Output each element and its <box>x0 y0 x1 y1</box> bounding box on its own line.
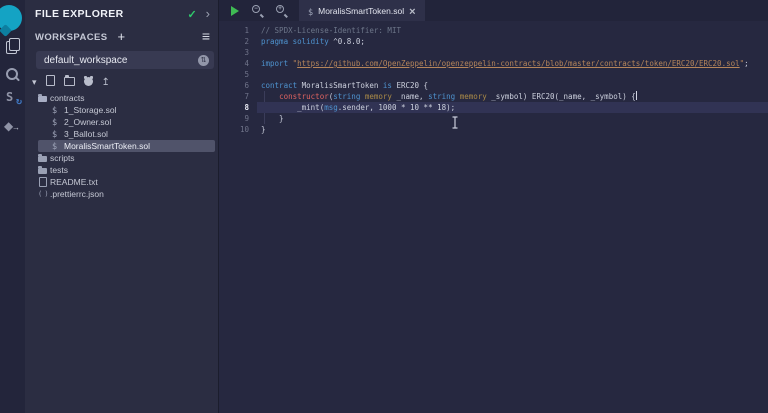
code-text: // SPDX-License-Identifier: MIT <box>261 26 401 35</box>
tree-item[interactable]: 1_Storage.sol <box>38 104 215 116</box>
code-line[interactable]: 10} <box>219 124 768 135</box>
line-number: 9 <box>244 114 249 123</box>
github-icon[interactable] <box>83 75 93 86</box>
solidity-file-icon <box>308 2 313 20</box>
workspace-dropdown-value: default_workspace <box>44 54 128 66</box>
search-icon[interactable] <box>6 68 18 80</box>
file-icon <box>38 177 50 187</box>
new-file-icon[interactable] <box>45 75 55 86</box>
zoom-out-icon[interactable] <box>252 5 263 16</box>
file-explorer-icon[interactable] <box>6 38 20 54</box>
upload-file-icon[interactable] <box>102 72 110 90</box>
tree-item[interactable]: contracts <box>38 92 215 104</box>
file-explorer-panel: FILE EXPLORER WORKSPACES default_workspa… <box>25 0 218 413</box>
code-line[interactable]: 9 } <box>219 113 768 124</box>
tree-item-label: scripts <box>50 153 75 163</box>
code-line[interactable]: 4 import "https://github.com/OpenZeppelin… <box>219 58 768 69</box>
tree-item-label: contracts <box>50 93 85 103</box>
mouse-ibeam-cursor <box>451 116 459 134</box>
line-number: 5 <box>244 70 249 79</box>
solidity-file-icon <box>52 117 64 128</box>
json-file-icon <box>38 189 50 199</box>
line-number: 4 <box>244 59 249 68</box>
folder-icon <box>38 165 50 175</box>
tree-item[interactable]: scripts <box>38 152 215 164</box>
tab-close-icon[interactable] <box>409 2 415 20</box>
solidity-file-icon <box>52 105 64 116</box>
tree-item[interactable]: README.txt <box>38 176 215 188</box>
code-line[interactable]: 2 pragma solidity ^0.8.0; <box>219 36 768 47</box>
folder-open-icon <box>38 93 50 103</box>
code-line[interactable]: 8 _mint(msg.sender, 1000 * 10 ** 18); <box>219 102 768 113</box>
code-text: contract MoralisSmartToken is ERC20 { <box>261 81 429 90</box>
line-number: 10 <box>239 125 249 134</box>
editor-toolbar: MoralisSmartToken.sol <box>219 0 768 21</box>
file-tree: contracts 1_Storage.sol 2_Owner.sol 3_Ballo… <box>25 92 218 200</box>
solidity-file-icon <box>52 129 64 140</box>
caret-down-icon[interactable] <box>32 72 37 90</box>
zoom-in-icon[interactable] <box>276 5 287 16</box>
tree-item[interactable]: tests <box>38 164 215 176</box>
check-icon <box>187 5 196 23</box>
code-line[interactable]: 6 contract MoralisSmartToken is ERC20 { <box>219 80 768 91</box>
line-number: 8 <box>244 103 249 112</box>
code-text: constructor(string memory _name, string … <box>279 91 637 101</box>
workspace-dropdown[interactable]: default_workspace <box>36 51 214 69</box>
code-line[interactable]: 7 constructor(string memory _name, strin… <box>219 91 768 102</box>
folder-icon <box>38 153 50 163</box>
tree-item-label: 3_Ballot.sol <box>64 129 108 139</box>
add-workspace-icon[interactable] <box>117 28 125 46</box>
code-line[interactable]: 3 <box>219 47 768 58</box>
text-cursor <box>635 91 637 100</box>
tab-moralissmarttoken[interactable]: MoralisSmartToken.sol <box>299 0 425 21</box>
run-script-button[interactable] <box>231 5 239 16</box>
tree-item-label: 2_Owner.sol <box>64 117 112 127</box>
tree-item-label: tests <box>50 165 68 175</box>
line-number: 6 <box>244 81 249 90</box>
line-number: 1 <box>244 26 249 35</box>
line-number: 7 <box>244 92 249 101</box>
remix-logo <box>0 5 22 31</box>
activity-rail <box>0 0 25 413</box>
line-number: 2 <box>244 37 249 46</box>
code-text: _mint(msg.sender, 1000 * 10 ** 18); <box>261 103 456 112</box>
magnifier-glyph <box>276 5 284 13</box>
workspace-select-icon <box>198 54 209 66</box>
line-number: 3 <box>244 48 249 57</box>
tree-item[interactable]: .prettierrc.json <box>38 188 215 200</box>
workspaces-menu-icon[interactable] <box>202 28 210 46</box>
code-text: } <box>261 125 266 134</box>
tree-item-label: .prettierrc.json <box>50 189 104 199</box>
workspaces-label: WORKSPACES <box>35 31 108 43</box>
code-text: } <box>261 114 284 123</box>
chevron-right-icon[interactable] <box>206 5 210 23</box>
code-editor[interactable]: 1 // SPDX-License-Identifier: MIT 2 pragma … <box>219 21 768 135</box>
tab-label: MoralisSmartToken.sol <box>318 5 405 16</box>
magnifier-glyph <box>252 5 260 13</box>
file-explorer-header: FILE EXPLORER <box>25 0 218 25</box>
workspaces-row: WORKSPACES <box>25 25 218 47</box>
new-folder-icon[interactable] <box>63 75 75 86</box>
editor-area: MoralisSmartToken.sol 1 // SPDX-License-I… <box>218 0 768 413</box>
tree-item-label: MoralisSmartToken.sol <box>64 141 150 151</box>
tree-item-label: README.txt <box>50 177 98 187</box>
code-text: import "https://github.com/OpenZeppelin/… <box>261 59 749 68</box>
workspace-dropdown-wrap: default_workspace <box>25 47 218 69</box>
tree-item[interactable]: MoralisSmartToken.sol <box>38 140 215 152</box>
panel-title: FILE EXPLORER <box>35 7 124 20</box>
tree-item[interactable]: 3_Ballot.sol <box>38 128 215 140</box>
deploy-run-icon[interactable] <box>4 120 20 134</box>
solidity-compiler-icon[interactable] <box>6 90 22 107</box>
code-line[interactable]: 5 <box>219 69 768 80</box>
tree-item-label: 1_Storage.sol <box>64 105 117 115</box>
code-text: pragma solidity ^0.8.0; <box>261 37 365 46</box>
solidity-file-icon <box>52 141 64 152</box>
file-actions-row <box>25 69 218 88</box>
code-line[interactable]: 1 // SPDX-License-Identifier: MIT <box>219 25 768 36</box>
tree-item[interactable]: 2_Owner.sol <box>38 116 215 128</box>
